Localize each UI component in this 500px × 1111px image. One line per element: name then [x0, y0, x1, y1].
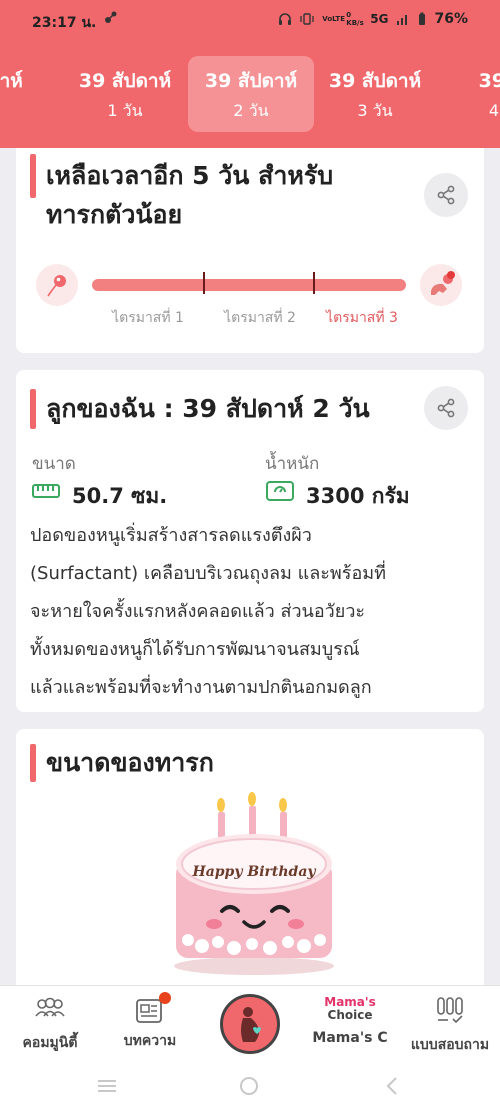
network-type: 5G: [370, 12, 389, 26]
nav-articles[interactable]: บทความ: [100, 992, 200, 1052]
countdown-title-line1: เหลือเวลาอีก 5 วัน สำหรับ: [46, 161, 334, 190]
week-tab[interactable]: ปดาห์: [0, 56, 62, 132]
week-tab[interactable]: 39 สัปดาห์ 1 วัน: [62, 56, 188, 132]
description-line: ปอดของหนูเริ่มสร้างสารลดแรงตึงผิว: [30, 525, 312, 546]
app-header: 23:17 น. VoLTE 0 KB/s 5G 76% ปดาห์ 39 สั…: [0, 0, 500, 148]
size-card-title: ขนาดของทารก: [46, 748, 214, 777]
weight-label: น้ำหนัก: [265, 454, 320, 474]
week-tab[interactable]: 39 สัปดาห์ 3 วัน: [312, 56, 438, 132]
share-icon: [437, 398, 455, 418]
mamas-choice-logo: Mama's Choice: [324, 995, 376, 1022]
nav-community[interactable]: คอมมูนิตี้: [0, 996, 100, 1054]
trimester-divider: [313, 272, 315, 294]
trimester-2-label: ไตรมาสที่ 2: [224, 310, 296, 326]
nav-community-label: คอมมูนิตี้: [22, 1035, 78, 1051]
share-button[interactable]: [424, 173, 468, 217]
cake-text: Happy Birthday: [191, 864, 316, 880]
share-button[interactable]: [424, 386, 468, 430]
description-line: (Surfactant) เคลือบบริเวณถุงลม และพร้อมท…: [30, 563, 387, 584]
community-icon: [35, 997, 65, 1017]
description-line: ทั้งหมดของหนูก็ได้รับการพัฒนาจนสมบูรณ์: [30, 639, 360, 660]
size-value: 50.7 ซม.: [72, 484, 168, 508]
data-rate: 0 KB/s: [346, 11, 364, 27]
share-icon: [437, 185, 455, 205]
description-line: แล้วและพร้อมที่จะทำงานตามปกตินอกมดลูก: [30, 677, 372, 698]
nav-survey-label: แบบสอบถาม: [410, 1037, 490, 1053]
size-label: ขนาด: [32, 454, 76, 474]
headphones-icon: [279, 13, 292, 25]
nav-mamas-choice-label: Mama's C: [312, 1030, 388, 1046]
battery-percent: 76%: [434, 11, 468, 27]
pregnancy-home-button[interactable]: [220, 994, 280, 1054]
week-tab-selected[interactable]: 39 สัปดาห์ 2 วัน: [188, 56, 314, 132]
week-selector: ปดาห์ 39 สัปดาห์ 1 วัน 39 สัปดาห์ 2 วัน …: [0, 54, 500, 134]
week-tab[interactable]: 39 สั 4 ว: [438, 56, 500, 132]
volte-indicator: VoLTE: [322, 15, 345, 23]
title-accent: [30, 744, 36, 782]
notification-badge: [159, 992, 171, 1004]
countdown-title-line2: ทารกตัวน้อย: [46, 200, 183, 229]
back-icon[interactable]: [384, 1076, 400, 1096]
status-time: 23:17 น.: [32, 15, 97, 31]
pregnant-icon: [241, 1007, 261, 1042]
recent-apps-icon[interactable]: [96, 1078, 118, 1094]
scale-icon: [266, 480, 294, 506]
status-bar: 23:17 น. VoLTE 0 KB/s 5G 76%: [0, 0, 500, 40]
description-line: จะหายใจครั้งแรกหลังคลอดแล้ว ส่วนอวัยวะ: [30, 601, 366, 622]
baby-crawl-icon: [420, 264, 462, 306]
notification-icon: [104, 10, 118, 28]
battery-icon: [419, 12, 426, 25]
trimester-1-label: ไตรมาสที่ 1: [112, 310, 184, 326]
pregnancy-progress-bar: [92, 279, 406, 291]
vibrate-icon: [300, 13, 314, 25]
trimester-3-label: ไตรมาสที่ 3: [326, 310, 398, 326]
weight-value: 3300 กรัม: [306, 484, 410, 508]
nav-survey[interactable]: แบบสอบถาม: [400, 996, 500, 1056]
status-right: VoLTE 0 KB/s 5G 76%: [278, 11, 468, 27]
fertilization-icon: [36, 264, 78, 306]
home-icon[interactable]: [238, 1075, 260, 1097]
birthday-cake-illustration: Happy Birthday: [160, 790, 350, 980]
title-accent: [30, 154, 36, 198]
title-accent: [30, 389, 36, 429]
signal-icon: [397, 15, 408, 25]
baby-card-title: ลูกของฉัน : 39 สัปดาห์ 2 วัน: [46, 394, 370, 423]
system-navigation-bar: [0, 1060, 500, 1111]
nav-articles-label: บทความ: [123, 1033, 177, 1049]
trimester-divider: [203, 272, 205, 294]
ruler-icon: [32, 482, 60, 504]
survey-icon: [437, 997, 463, 1024]
nav-mamas-choice[interactable]: Mama's Choice Mama's C: [300, 995, 400, 1047]
